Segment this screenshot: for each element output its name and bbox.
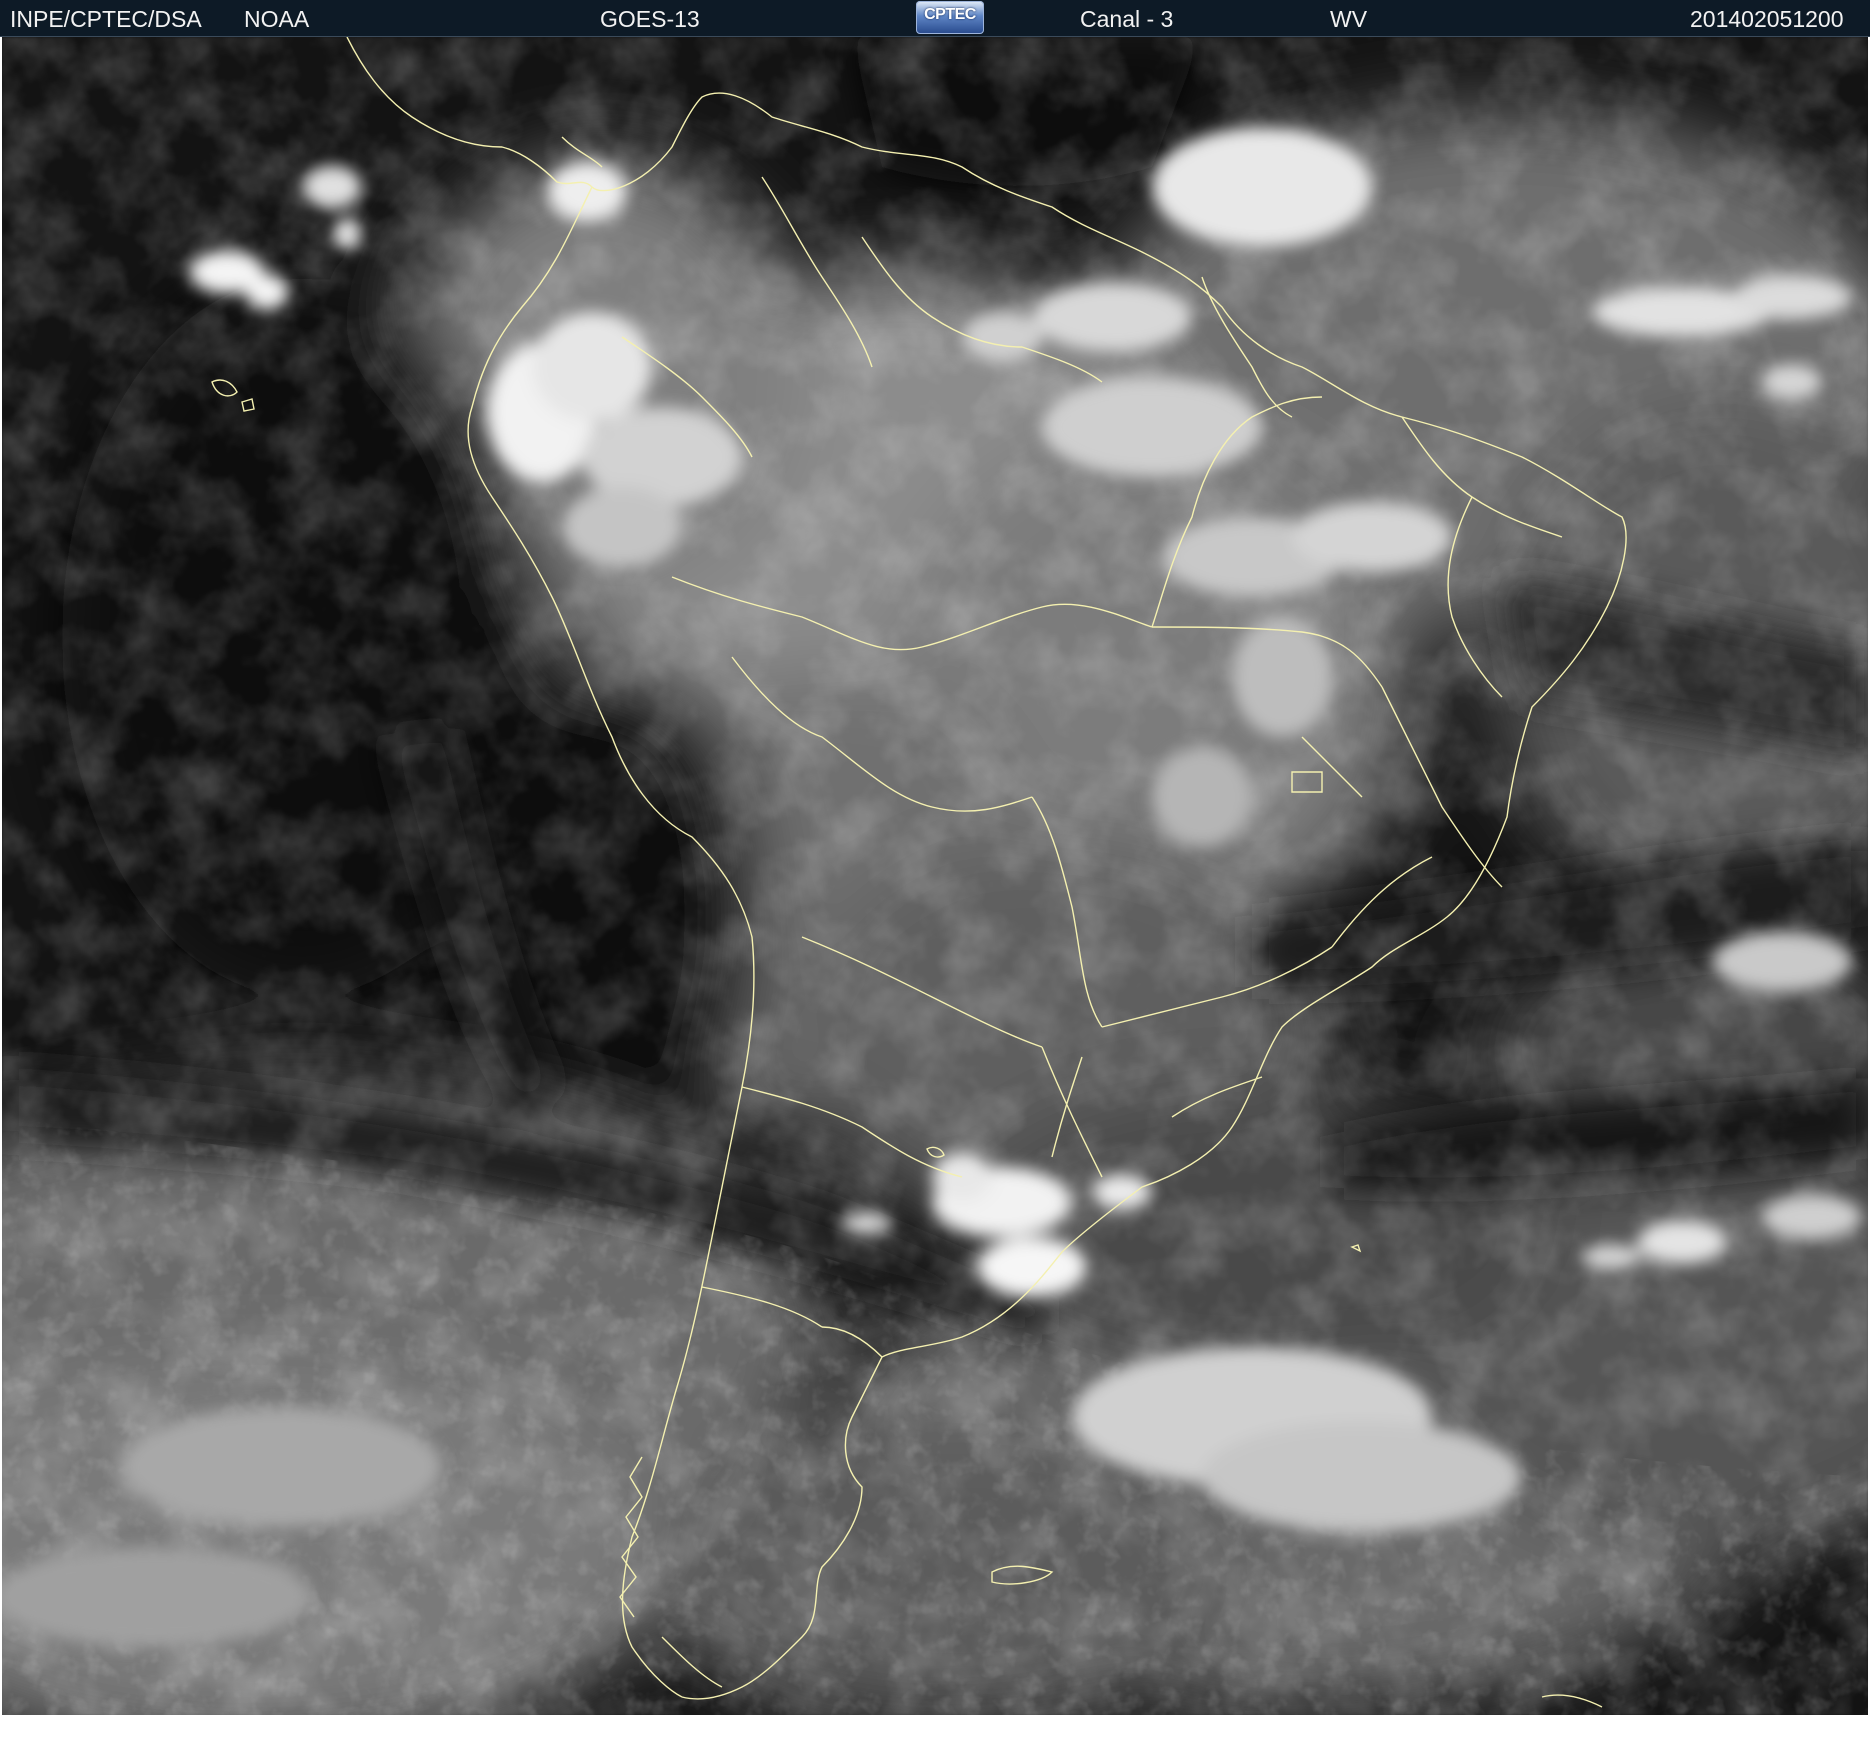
satellite-image-svg (2, 37, 1868, 1715)
cptec-logo-text: CPTEC (924, 6, 976, 23)
product-label: WV (1330, 6, 1368, 32)
agency-label: NOAA (244, 6, 310, 32)
timestamp-label: 201402051200 (1690, 6, 1844, 32)
cptec-logo: CPTEC (916, 1, 984, 34)
satellite-image (2, 37, 1868, 1715)
source-label: INPE/CPTEC/DSA (10, 6, 202, 32)
bottom-margin (0, 1715, 1870, 1750)
channel-label: Canal - 3 (1080, 6, 1174, 32)
satellite-label: GOES-13 (600, 6, 700, 32)
header-bar: INPE/CPTEC/DSA NOAA GOES-13 CPTEC Canal … (0, 0, 1870, 37)
